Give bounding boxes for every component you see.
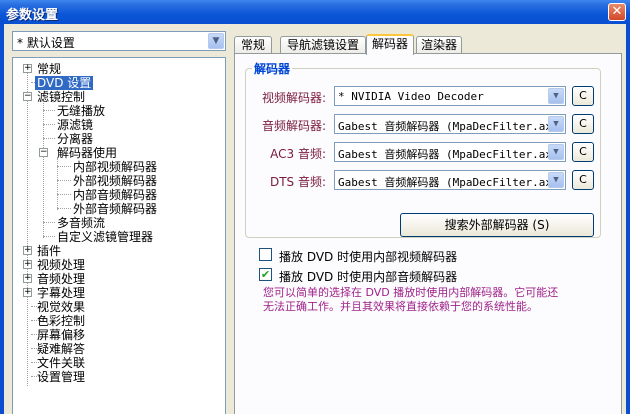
- settings-tree[interactable]: + − − + + + + 常规 DVD 设置 滤镜控制 无缝播放 源滤镜 分离…: [12, 57, 226, 414]
- tree-item-audio-processing[interactable]: 音频处理: [37, 272, 85, 286]
- video-decoder-select[interactable]: * NVIDIA Video Decoder ▼: [334, 86, 566, 106]
- ac3-audio-select[interactable]: Gabest 音频解码器 (MpaDecFilter.ax) ▼: [334, 142, 566, 162]
- decoder-group-title: 解码器: [252, 60, 293, 77]
- tree-expand-icon[interactable]: +: [23, 246, 32, 255]
- tree-item-filter-control[interactable]: 滤镜控制: [37, 90, 85, 104]
- close-icon: ✕: [611, 4, 623, 19]
- ac3-audio-config-button[interactable]: C: [572, 142, 594, 162]
- video-decoder-config-button[interactable]: C: [572, 86, 594, 106]
- close-button[interactable]: ✕: [608, 3, 626, 21]
- tree-item-troubleshooting[interactable]: 疑难解答: [37, 342, 85, 356]
- chevron-down-icon[interactable]: ▼: [208, 33, 224, 49]
- internal-video-decoder-checkbox[interactable]: [259, 248, 272, 261]
- preset-select[interactable]: * 默认设置 ▼: [12, 31, 226, 51]
- tree-item-decoder-usage[interactable]: 解码器使用: [57, 146, 117, 160]
- dts-audio-label: DTS 音频:: [269, 175, 326, 189]
- tree-item-internal-audio-decoder[interactable]: 内部音频解码器: [73, 188, 157, 202]
- tree-item-seamless-playback[interactable]: 无缝播放: [57, 104, 105, 118]
- dts-audio-select[interactable]: Gabest 音频解码器 (MpaDecFilter.ax) ▼: [334, 170, 566, 190]
- tree-collapse-icon[interactable]: −: [23, 92, 32, 101]
- tree-item-settings-management[interactable]: 设置管理: [37, 370, 85, 384]
- tree-connector: [27, 72, 28, 386]
- tree-item-external-audio-decoder[interactable]: 外部音频解码器: [73, 202, 157, 216]
- ac3-audio-label: AC3 音频:: [270, 147, 326, 161]
- tree-item-multi-audio-stream[interactable]: 多音频流: [57, 216, 105, 230]
- tree-item-dvd-settings[interactable]: DVD 设置: [35, 76, 94, 90]
- chevron-down-icon[interactable]: ▼: [548, 88, 564, 104]
- settings-window: 参数设置 ✕ * 默认设置 ▼ + − − + + + + 常规 DVD 设置 …: [0, 0, 630, 414]
- tree-connector: [57, 180, 71, 181]
- tab-navigation-filter[interactable]: 导航滤镜设置: [280, 36, 366, 54]
- window-title: 参数设置: [6, 8, 59, 23]
- tree-item-custom-filter-manager[interactable]: 自定义滤镜管理器: [57, 230, 153, 244]
- audio-decoder-config-button[interactable]: C: [572, 114, 594, 134]
- video-decoder-label: 视频解码器:: [261, 91, 326, 105]
- chevron-down-icon[interactable]: ▼: [548, 144, 564, 160]
- tab-general[interactable]: 常规: [234, 36, 272, 54]
- tree-item-screen-offset[interactable]: 屏幕偏移: [37, 328, 85, 342]
- internal-audio-decoder-label: 播放 DVD 时使用内部音频解码器: [279, 270, 458, 284]
- tree-collapse-icon[interactable]: −: [39, 148, 48, 157]
- check-icon: ✔: [260, 268, 271, 281]
- dvd-decoder-note: 您可以简单的选择在 DVD 播放时使用内部解码器。它可能还 无法正确工作。并且其…: [263, 286, 559, 313]
- tree-expand-icon[interactable]: +: [23, 288, 32, 297]
- tree-item-file-association[interactable]: 文件关联: [37, 356, 85, 370]
- search-external-decoder-button[interactable]: 搜索外部解码器 (S): [400, 213, 594, 237]
- tab-renderer[interactable]: 渲染器: [416, 36, 462, 54]
- tree-connector: [43, 138, 55, 139]
- tree-connector: [57, 166, 71, 167]
- tab-decoder[interactable]: 解码器: [366, 34, 414, 55]
- tree-item-external-video-decoder[interactable]: 外部视频解码器: [73, 174, 157, 188]
- tree-expand-icon[interactable]: +: [23, 260, 32, 269]
- tree-connector: [43, 124, 55, 125]
- window-frame-left: [0, 24, 4, 414]
- tree-connector: [43, 110, 55, 111]
- decoder-group: 解码器 视频解码器: * NVIDIA Video Decoder ▼ C 音频…: [245, 60, 601, 238]
- tree-item-splitter[interactable]: 分离器: [57, 132, 93, 146]
- audio-decoder-select[interactable]: Gabest 音频解码器 (MpaDecFilter.ax) ▼: [334, 114, 566, 134]
- tree-connector: [57, 194, 71, 195]
- tree-item-color-control[interactable]: 色彩控制: [37, 314, 85, 328]
- tree-item-source-filter[interactable]: 源滤镜: [57, 118, 93, 132]
- tree-expand-icon[interactable]: +: [23, 274, 32, 283]
- tree-item-plugins[interactable]: 插件: [37, 244, 61, 258]
- chevron-down-icon[interactable]: ▼: [548, 116, 564, 132]
- tree-connector: [57, 208, 71, 209]
- internal-audio-decoder-checkbox[interactable]: ✔: [259, 268, 272, 281]
- dts-audio-config-button[interactable]: C: [572, 170, 594, 190]
- window-frame-right: [626, 24, 630, 414]
- tree-item-visual-effects[interactable]: 视觉效果: [37, 300, 85, 314]
- tree-connector: [43, 222, 55, 223]
- tree-expand-icon[interactable]: +: [23, 64, 32, 73]
- audio-decoder-label: 音频解码器:: [261, 119, 326, 133]
- preset-value: * 默认设置: [17, 36, 75, 50]
- tree-connector: [43, 236, 55, 237]
- tree-item-subtitle-processing[interactable]: 字幕处理: [37, 286, 85, 300]
- tree-item-general[interactable]: 常规: [37, 62, 61, 76]
- decoder-tab-panel: 解码器 视频解码器: * NVIDIA Video Decoder ▼ C 音频…: [234, 53, 622, 414]
- title-bar[interactable]: 参数设置 ✕: [0, 0, 630, 24]
- tree-item-video-processing[interactable]: 视频处理: [37, 258, 85, 272]
- chevron-down-icon[interactable]: ▼: [548, 172, 564, 188]
- tree-item-internal-video-decoder[interactable]: 内部视频解码器: [73, 160, 157, 174]
- internal-video-decoder-label: 播放 DVD 时使用内部视频解码器: [279, 250, 458, 264]
